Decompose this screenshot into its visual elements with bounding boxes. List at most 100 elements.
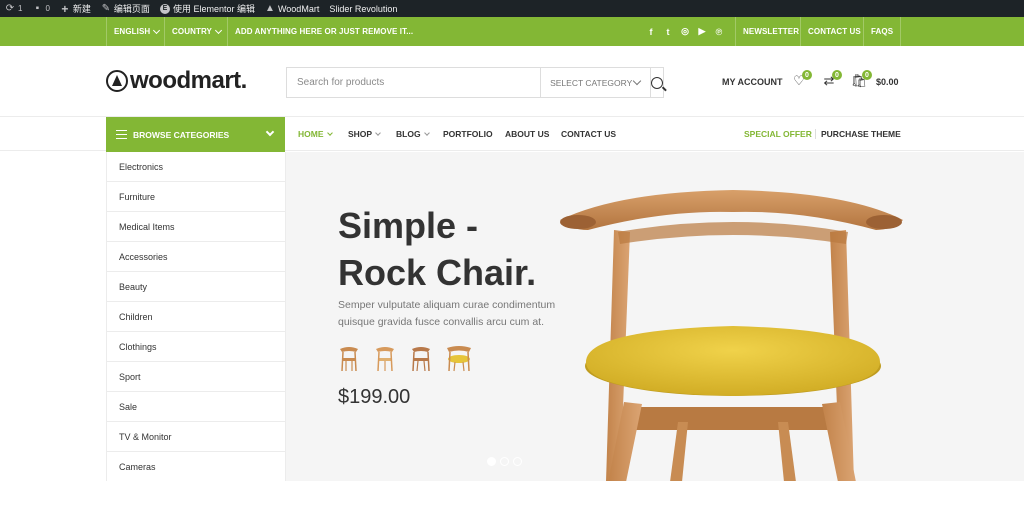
comments-count: 0 <box>45 4 50 13</box>
category-item[interactable]: Cameras <box>107 452 285 482</box>
purchase-theme-link[interactable]: PURCHASE THEME <box>821 117 901 151</box>
slider-pagination <box>487 457 522 466</box>
category-item[interactable]: Clothings <box>107 332 285 362</box>
pencil-icon: ✎ <box>101 2 111 14</box>
slider-dot[interactable] <box>500 457 509 466</box>
category-item[interactable]: Sale <box>107 392 285 422</box>
category-item[interactable]: Beauty <box>107 272 285 302</box>
browse-categories-label: BROWSE CATEGORIES <box>133 129 230 140</box>
slide-desc-line: Semper vulputate aliquam curae condiment… <box>338 299 556 311</box>
special-offer-link[interactable]: SPECIAL OFFER <box>744 117 812 151</box>
elementor-item[interactable]: E 使用 Elementor 编辑 <box>155 0 260 17</box>
cart-count-badge: 0 <box>862 70 872 80</box>
logo-text: woodmart. <box>130 67 247 94</box>
compare-count-badge: 0 <box>832 70 842 80</box>
twitter-icon[interactable]: t <box>663 27 673 37</box>
slide-price: $199.00 <box>338 386 411 408</box>
nav-divider <box>815 129 816 139</box>
woodmart-icon: ▲ <box>265 2 275 14</box>
category-item[interactable]: Sport <box>107 362 285 392</box>
top-bar: ENGLISH COUNTRY ADD ANYTHING HERE OR JUS… <box>0 17 1024 46</box>
promo-text: ADD ANYTHING HERE OR JUST REMOVE IT... <box>227 17 420 46</box>
new-item[interactable]: + 新建 <box>55 0 96 17</box>
country-selector[interactable]: COUNTRY <box>164 17 228 46</box>
category-item[interactable]: Accessories <box>107 242 285 272</box>
nav-home[interactable]: HOME <box>298 117 333 151</box>
instagram-icon[interactable]: ◎ <box>680 26 690 37</box>
chair-thumb-icon[interactable] <box>374 344 396 372</box>
new-label: 新建 <box>72 4 91 14</box>
slide-title: Simple - Rock Chair. <box>338 202 536 296</box>
plus-icon: + <box>61 1 69 16</box>
category-item[interactable]: TV & Monitor <box>107 422 285 452</box>
slide-description: Semper vulputate aliquam curae condiment… <box>338 297 568 331</box>
comments-item[interactable]: ▪ 0 <box>27 0 54 17</box>
slide-title-line: Rock Chair. <box>338 252 537 293</box>
updates-item[interactable]: ⟳ 1 <box>0 0 27 17</box>
nav-portfolio[interactable]: PORTFOLIO <box>443 117 493 151</box>
slider-dot[interactable] <box>487 457 496 466</box>
nav-blog[interactable]: BLOG <box>396 117 430 151</box>
chevron-down-icon <box>265 127 275 137</box>
chevron-down-icon <box>375 129 381 136</box>
faqs-link[interactable]: FAQS <box>863 17 902 46</box>
wp-admin-bar: ⟳ 1 ▪ 0 + 新建 ✎ 编辑页面 E 使用 Elementor 编辑 ▲ … <box>0 0 1024 17</box>
rock-chair-image <box>560 190 903 481</box>
nav-blog-label: BLOG <box>396 129 421 139</box>
category-list: Electronics Furniture Medical Items Acce… <box>106 152 286 482</box>
browse-categories-button[interactable]: BROWSE CATEGORIES <box>106 117 285 152</box>
slide-title-line: Simple - <box>338 205 479 246</box>
category-select-label: SELECT CATEGORY <box>550 77 633 88</box>
nav-shop[interactable]: SHOP <box>348 117 381 151</box>
elementor-icon: E <box>159 3 170 14</box>
nav-shop-label: SHOP <box>348 129 373 139</box>
chair-thumb-icon[interactable] <box>410 344 432 372</box>
slider-dot[interactable] <box>513 457 522 466</box>
search-input[interactable] <box>287 68 541 97</box>
updates-icon: ⟳ <box>5 2 15 14</box>
category-item[interactable]: Medical Items <box>107 212 285 242</box>
main-nav-bar: BROWSE CATEGORIES HOME SHOP BLOG PORTFOL… <box>0 117 1024 152</box>
chevron-down-icon <box>423 129 430 136</box>
search-button[interactable] <box>651 68 663 97</box>
wishlist-count-badge: 0 <box>802 70 812 80</box>
chair-variant-thumbs <box>338 344 472 372</box>
social-icons: f t ◎ ▶ ℗ <box>646 17 724 46</box>
newsletter-link[interactable]: NEWSLETTER <box>735 17 806 46</box>
my-account-link[interactable]: MY ACCOUNT <box>722 74 783 90</box>
category-select[interactable]: SELECT CATEGORY <box>540 68 651 97</box>
chevron-down-icon <box>214 26 223 34</box>
edit-page-label: 编辑页面 <box>113 4 150 14</box>
site-logo[interactable]: woodmart. <box>106 67 247 95</box>
facebook-icon[interactable]: f <box>646 27 656 37</box>
cart-total[interactable]: $0.00 <box>876 74 899 90</box>
slider-revolution-item[interactable]: Slider Revolution <box>324 0 402 17</box>
language-label: ENGLISH <box>114 27 151 36</box>
contact-us-link[interactable]: CONTACT US <box>800 17 868 46</box>
language-selector[interactable]: ENGLISH <box>106 17 166 46</box>
chevron-down-icon <box>632 76 642 86</box>
nav-home-label: HOME <box>298 129 324 139</box>
hero-slider[interactable]: Simple - Rock Chair. Semper vulputate al… <box>286 152 1024 481</box>
slide-desc-line: quisque gravida fusce convallis arcu cum… <box>338 316 545 328</box>
chevron-down-icon <box>153 26 161 34</box>
pinterest-icon[interactable]: ℗ <box>714 27 724 37</box>
nav-about-us[interactable]: ABOUT US <box>505 117 549 151</box>
page-content-below <box>0 481 1024 532</box>
woodmart-label: WoodMart <box>277 3 320 14</box>
nav-contact-us[interactable]: CONTACT US <box>561 117 616 151</box>
woodmart-item[interactable]: ▲ WoodMart <box>260 0 324 17</box>
category-item[interactable]: Children <box>107 302 285 332</box>
edit-page-item[interactable]: ✎ 编辑页面 <box>96 0 155 17</box>
youtube-icon[interactable]: ▶ <box>697 26 707 37</box>
slider-revolution-label: Slider Revolution <box>329 3 398 14</box>
chevron-down-icon <box>326 129 333 136</box>
search-icon <box>651 76 663 89</box>
chair-thumb-icon[interactable] <box>446 344 472 372</box>
category-item[interactable]: Furniture <box>107 182 285 212</box>
updates-count: 1 <box>18 4 23 13</box>
chair-thumb-icon[interactable] <box>338 344 360 372</box>
country-label: COUNTRY <box>172 27 212 36</box>
category-item[interactable]: Electronics <box>107 152 285 182</box>
search-form: SELECT CATEGORY <box>286 67 664 98</box>
